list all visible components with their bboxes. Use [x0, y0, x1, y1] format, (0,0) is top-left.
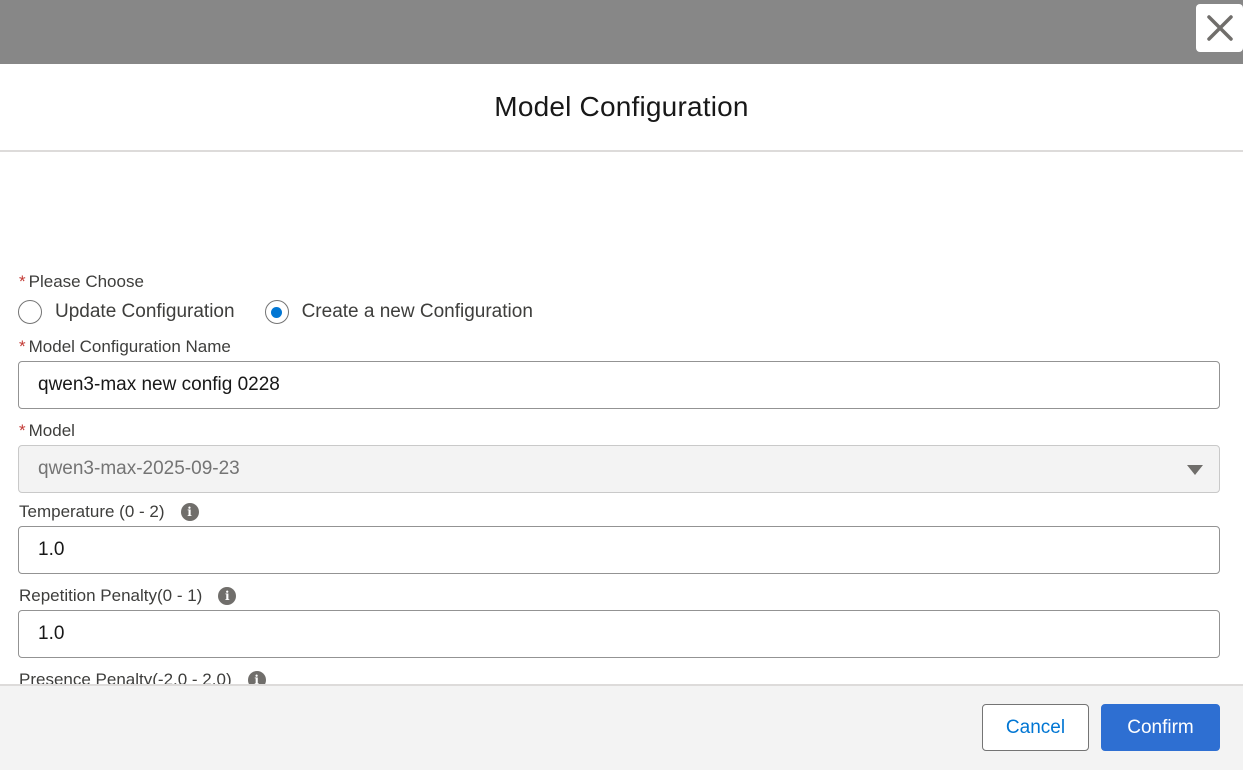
info-icon[interactable]: i [218, 587, 237, 605]
close-icon [1206, 15, 1233, 41]
required-asterisk: * [19, 421, 26, 440]
required-asterisk: * [19, 272, 26, 291]
confirm-button[interactable]: Confirm [1101, 704, 1220, 751]
model-label: * Model [19, 421, 75, 441]
temperature-value: 1.0 [38, 539, 65, 560]
required-asterisk: * [19, 337, 26, 356]
repetition-penalty-input[interactable]: 1.0 [18, 610, 1220, 658]
temperature-label: Temperature (0 - 2) i [19, 502, 199, 522]
cancel-button[interactable]: Cancel [982, 704, 1089, 751]
close-button[interactable] [1196, 4, 1243, 52]
create-new-configuration-radio[interactable] [264, 300, 289, 324]
create-new-configuration-label[interactable]: Create a new Configuration [302, 301, 533, 323]
config-name-value: qwen3-max new config 0228 [38, 374, 280, 395]
chevron-down-icon [1187, 465, 1203, 475]
config-name-label-text: Model Configuration Name [28, 337, 231, 356]
configuration-choice-group: Update Configuration Create a new Config… [18, 300, 533, 324]
info-icon[interactable]: i [180, 503, 199, 521]
temperature-input[interactable]: 1.0 [18, 526, 1220, 574]
repetition-penalty-label-text: Repetition Penalty(0 - 1) [19, 586, 203, 605]
model-configuration-modal: Model Configuration * Please Choose Upda… [0, 64, 1243, 770]
update-configuration-radio[interactable] [18, 300, 42, 324]
please-choose-text: Please Choose [28, 272, 144, 291]
modal-header: Model Configuration [0, 64, 1243, 152]
temperature-label-text: Temperature (0 - 2) [19, 502, 165, 521]
repetition-penalty-value: 1.0 [38, 623, 65, 644]
model-value: qwen3-max-2025-09-23 [38, 458, 240, 479]
repetition-penalty-label: Repetition Penalty(0 - 1) i [19, 586, 237, 606]
modal-backdrop [0, 0, 1243, 64]
config-name-input[interactable]: qwen3-max new config 0228 [18, 361, 1220, 409]
modal-body: * Please Choose Update Configuration Cre… [0, 152, 1243, 744]
model-select[interactable]: qwen3-max-2025-09-23 [18, 445, 1220, 493]
modal-footer: Cancel Confirm [0, 684, 1243, 770]
model-label-text: Model [28, 421, 75, 440]
config-name-label: * Model Configuration Name [19, 337, 231, 357]
modal-title: Model Configuration [494, 91, 749, 122]
please-choose-label: * Please Choose [19, 272, 144, 292]
update-configuration-label[interactable]: Update Configuration [55, 301, 235, 323]
